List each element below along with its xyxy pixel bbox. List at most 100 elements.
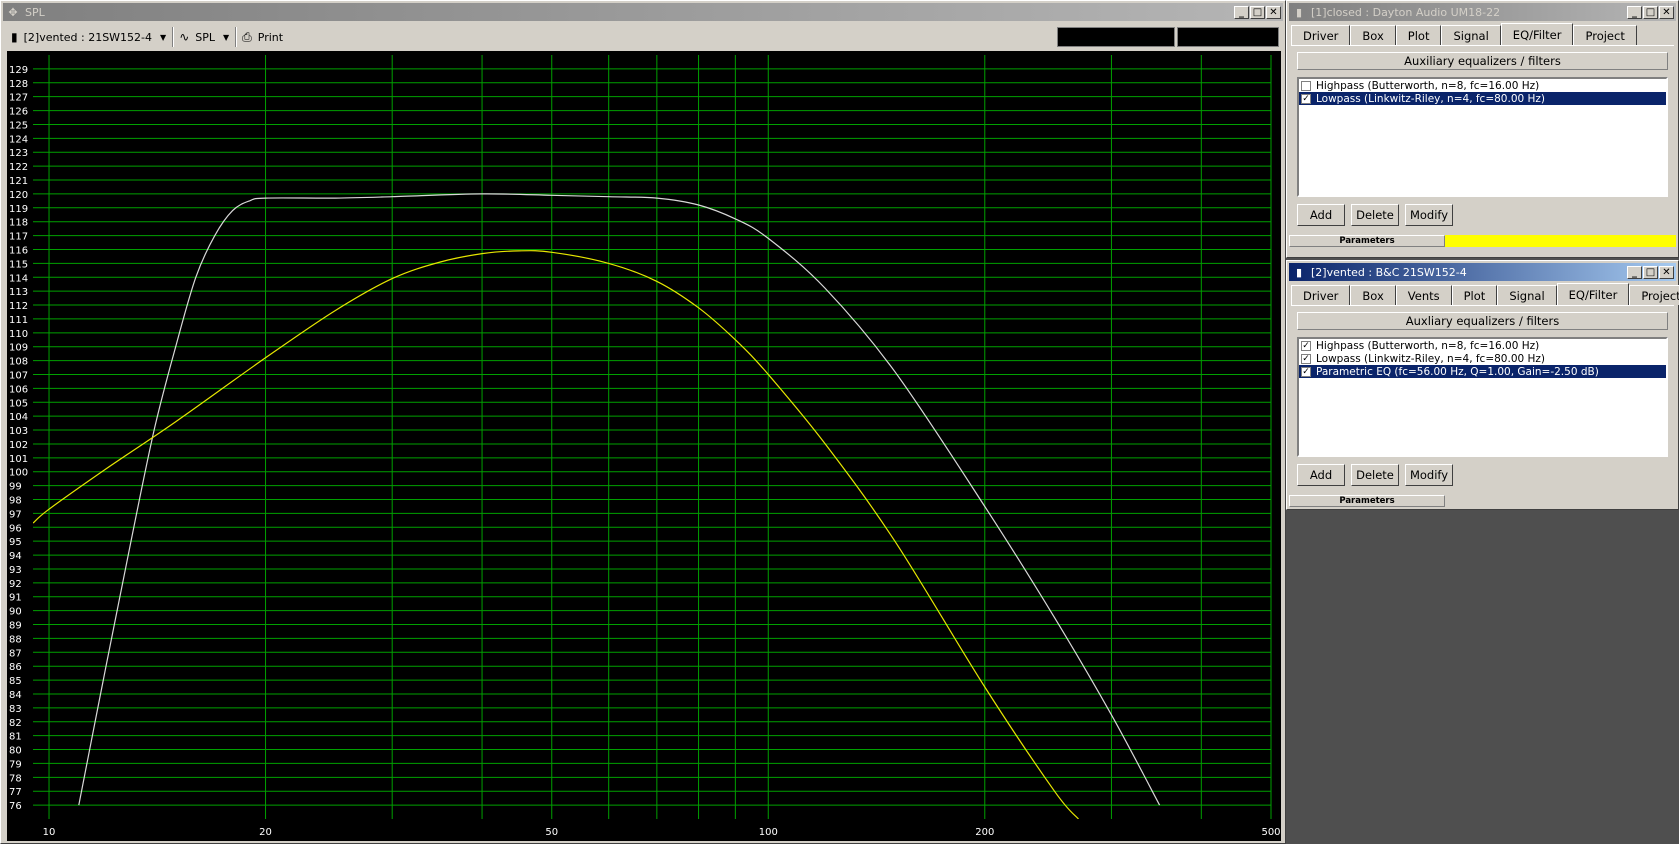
y-tick-label: 127 [9, 93, 28, 104]
filter-checkbox[interactable]: ✓ [1301, 93, 1311, 104]
vented-titlebar[interactable]: ▮ [2]vented : B&C 21SW152-4 _ □ ✕ [1289, 263, 1676, 281]
y-tick-label: 109 [9, 343, 28, 354]
closed-tabs: Driver Box Plot Signal EQ/Filter Project [1291, 23, 1674, 45]
move-icon: ✥ [8, 5, 18, 19]
delete-button[interactable]: Delete [1351, 464, 1399, 486]
filter-list[interactable]: ✓ Highpass (Butterworth, n=8, fc=16.00 Hz… [1297, 337, 1668, 457]
x-tick-label: 100 [759, 827, 778, 838]
y-tick-label: 85 [9, 676, 22, 687]
maximize-button[interactable]: □ [1643, 5, 1658, 19]
project-icon: ▮ [1295, 5, 1303, 19]
y-tick-label: 111 [9, 315, 28, 326]
parameters-label[interactable]: Parameters [1289, 495, 1445, 507]
y-tick-label: 104 [9, 412, 28, 423]
close-button[interactable]: ✕ [1659, 5, 1674, 19]
tab-vents[interactable]: Vents [1395, 285, 1452, 305]
tab-driver[interactable]: Driver [1291, 285, 1351, 305]
y-tick-label: 94 [9, 551, 22, 562]
y-tick-label: 91 [9, 593, 22, 604]
tab-project[interactable]: Project [1629, 285, 1679, 305]
filter-checkbox[interactable]: ✓ [1301, 340, 1311, 351]
filter-item[interactable]: ✓ Lowpass (Linkwitz-Riley, n=4, fc=80.00 … [1299, 352, 1666, 365]
view-select[interactable]: ∿ SPL ▼ [173, 27, 237, 47]
close-button[interactable]: ✕ [1266, 5, 1281, 19]
spl-titlebar[interactable]: ✥ SPL _ □ ✕ [3, 3, 1283, 21]
filter-checkbox[interactable] [1301, 80, 1311, 91]
parameters-indicator [1445, 235, 1676, 247]
parameters-label[interactable]: Parameters [1289, 235, 1445, 247]
maximize-button[interactable]: □ [1643, 265, 1658, 279]
y-tick-label: 115 [9, 259, 28, 270]
tab-box[interactable]: Box [1350, 285, 1396, 305]
minimize-button[interactable]: _ [1627, 5, 1642, 19]
y-tick-label: 95 [9, 537, 22, 548]
y-tick-label: 80 [9, 746, 22, 757]
project-select-value: [2]vented : 21SW152-4 [23, 30, 153, 44]
add-button[interactable]: Add [1297, 204, 1345, 226]
printer-icon: ⎙ [242, 29, 252, 44]
filter-label: Highpass (Butterworth, n=8, fc=16.00 Hz) [1316, 79, 1540, 92]
tab-signal[interactable]: Signal [1441, 25, 1501, 45]
filter-label: Parametric EQ (fc=56.00 Hz, Q=1.00, Gain… [1316, 365, 1599, 378]
y-tick-label: 98 [9, 496, 22, 507]
tab-plot[interactable]: Plot [1395, 25, 1442, 45]
vented-tabs: Driver Box Vents Plot Signal EQ/Filter Project [1291, 283, 1679, 305]
y-tick-label: 86 [9, 662, 22, 673]
modify-button[interactable]: Modify [1405, 464, 1453, 486]
y-tick-label: 106 [9, 384, 28, 395]
parameters-bar: Parameters [1289, 495, 1676, 507]
filter-checkbox[interactable]: ✓ [1301, 366, 1311, 377]
aux-filters-header: Auxiliary equalizers / filters [1297, 52, 1668, 70]
tab-divider [1291, 305, 1674, 306]
window-title: [1]closed : Dayton Audio UM18-22 [1311, 5, 1501, 19]
readout-box-2 [1177, 27, 1279, 47]
tab-box[interactable]: Box [1350, 25, 1396, 45]
window-title: SPL [25, 5, 45, 19]
dropdown-arrow-icon: ▼ [223, 32, 230, 42]
x-tick-label: 10 [43, 827, 56, 838]
parameters-indicator [1445, 495, 1676, 507]
minimize-button[interactable]: _ [1627, 265, 1642, 279]
tab-eq-filter[interactable]: EQ/Filter [1500, 23, 1574, 45]
y-tick-label: 123 [9, 148, 28, 159]
project-icon: ▮ [1295, 265, 1303, 279]
spl-plot-area[interactable]: 76 77 78 79 80 81 82 83 84 85 86 87 88 89 90 91 92 93 94 95… [7, 51, 1281, 841]
project-icon: ▮ [11, 30, 18, 44]
maximize-button[interactable]: □ [1250, 5, 1265, 19]
filter-label: Lowpass (Linkwitz-Riley, n=4, fc=80.00 H… [1316, 92, 1546, 105]
modify-button[interactable]: Modify [1405, 204, 1453, 226]
tab-signal[interactable]: Signal [1497, 285, 1557, 305]
delete-button[interactable]: Delete [1351, 204, 1399, 226]
parameters-bar: Parameters [1289, 235, 1676, 247]
closed-titlebar[interactable]: ▮ [1]closed : Dayton Audio UM18-22 _ □ ✕ [1289, 3, 1676, 21]
y-tick-label: 102 [9, 440, 28, 451]
print-button[interactable]: ⎙ Print [236, 27, 289, 47]
y-tick-label: 99 [9, 482, 22, 493]
filter-list[interactable]: Highpass (Butterworth, n=8, fc=16.00 Hz)… [1297, 77, 1668, 197]
tab-eq-filter[interactable]: EQ/Filter [1556, 283, 1630, 305]
minimize-button[interactable]: _ [1234, 5, 1249, 19]
y-tick-label: 121 [9, 176, 28, 187]
y-tick-label: 87 [9, 648, 22, 659]
y-tick-label: 114 [9, 273, 28, 284]
tab-driver[interactable]: Driver [1291, 25, 1351, 45]
y-tick-label: 113 [9, 287, 28, 298]
filter-item[interactable]: Highpass (Butterworth, n=8, fc=16.00 Hz) [1299, 79, 1666, 92]
close-button[interactable]: ✕ [1659, 265, 1674, 279]
add-button[interactable]: Add [1297, 464, 1345, 486]
readout-box-1 [1057, 27, 1175, 47]
y-tick-label: 79 [9, 759, 22, 770]
y-tick-label: 96 [9, 523, 22, 534]
filter-item[interactable]: ✓ Parametric EQ (fc=56.00 Hz, Q=1.00, Gai… [1299, 365, 1666, 378]
y-tick-label: 107 [9, 370, 28, 381]
wave-icon: ∿ [179, 30, 190, 44]
tab-plot[interactable]: Plot [1451, 285, 1498, 305]
filter-item[interactable]: ✓ Lowpass (Linkwitz-Riley, n=4, fc=80.00 … [1299, 92, 1666, 105]
y-tick-label: 124 [9, 134, 28, 145]
y-tick-label: 118 [9, 218, 28, 229]
project-select[interactable]: ▮ [2]vented : 21SW152-4 ▼ [5, 27, 174, 47]
tab-project[interactable]: Project [1573, 25, 1637, 45]
print-label: Print [257, 30, 284, 44]
filter-checkbox[interactable]: ✓ [1301, 353, 1311, 364]
filter-item[interactable]: ✓ Highpass (Butterworth, n=8, fc=16.00 Hz… [1299, 339, 1666, 352]
